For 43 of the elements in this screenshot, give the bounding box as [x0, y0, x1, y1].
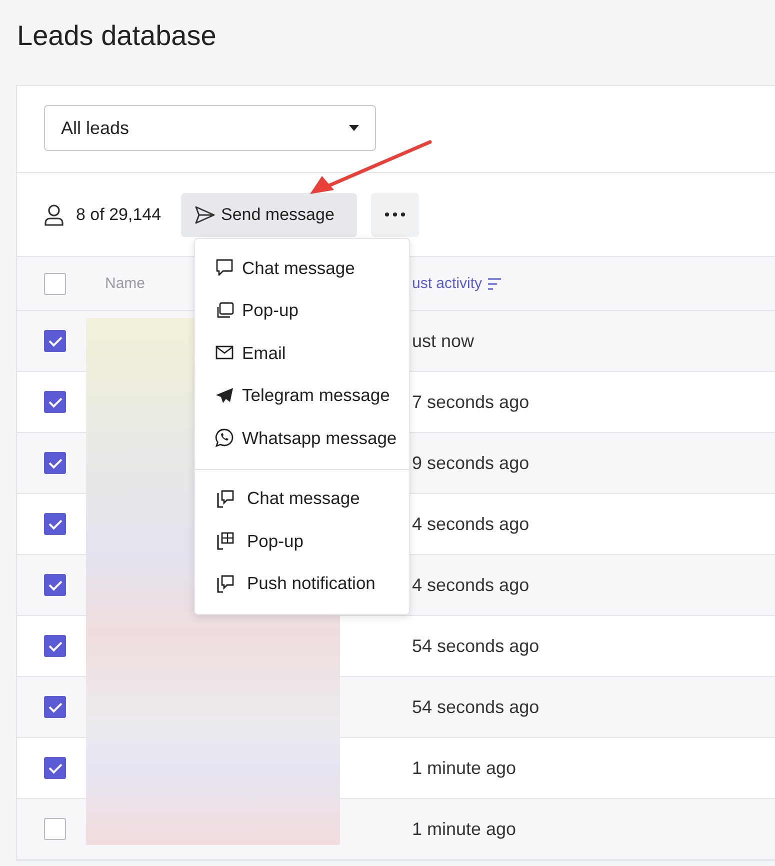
menu-item[interactable]: Push notification [195, 562, 409, 605]
table-cell: 1 minute ago [412, 758, 516, 778]
checkbox[interactable] [44, 391, 66, 413]
menu-item[interactable]: Whatsapp message [195, 417, 409, 460]
more-icon [384, 212, 406, 217]
caret-icon [349, 125, 359, 131]
checkbox[interactable] [44, 330, 66, 352]
table-cell: 4 seconds ago [412, 574, 530, 596]
phone-window-icon [215, 531, 235, 552]
menu-item[interactable]: Pop-up [195, 520, 409, 562]
checkbox[interactable] [44, 635, 66, 657]
column-header[interactable]: ust activity [412, 275, 482, 292]
checkbox[interactable] [44, 272, 66, 294]
checkbox[interactable] [44, 452, 66, 474]
menu-item[interactable]: Telegram message [195, 374, 409, 417]
page-title: Leads database [16, 19, 218, 53]
speech-bubble-icon [215, 258, 235, 278]
table-cell: 1 minute ago [412, 818, 516, 840]
menu-item[interactable]: Chat message [195, 247, 409, 290]
menu-item[interactable]: Chat message [195, 478, 409, 520]
filter-dropdown[interactable]: All leads [44, 105, 376, 151]
table-cell: 9 seconds ago [412, 452, 530, 474]
sort-icon [488, 278, 502, 290]
table-cell: 4 seconds ago [412, 514, 530, 534]
checkbox[interactable] [44, 696, 66, 718]
phone-bubble-icon [215, 488, 235, 509]
menu-item[interactable]: Pop-up [195, 290, 409, 332]
table-cell: 54 seconds ago [412, 636, 540, 656]
lead-count: 8 of 29,144 [76, 204, 162, 224]
menu-item[interactable]: Email [195, 332, 409, 374]
phone-bubble-icon [215, 574, 235, 594]
checkbox[interactable] [44, 818, 66, 840]
person-icon [44, 204, 64, 226]
checkbox[interactable] [44, 574, 66, 596]
table-cell: ust now [412, 330, 474, 352]
send-message-button[interactable]: Send message [181, 192, 357, 236]
column-header: Name [105, 275, 146, 292]
phone-bubble-icon [215, 428, 235, 448]
checkbox[interactable] [44, 513, 66, 535]
table-cell: 54 seconds ago [412, 696, 540, 718]
send-icon [195, 206, 215, 224]
checkbox[interactable] [44, 757, 66, 779]
table-cell: 7 seconds ago [412, 392, 530, 412]
